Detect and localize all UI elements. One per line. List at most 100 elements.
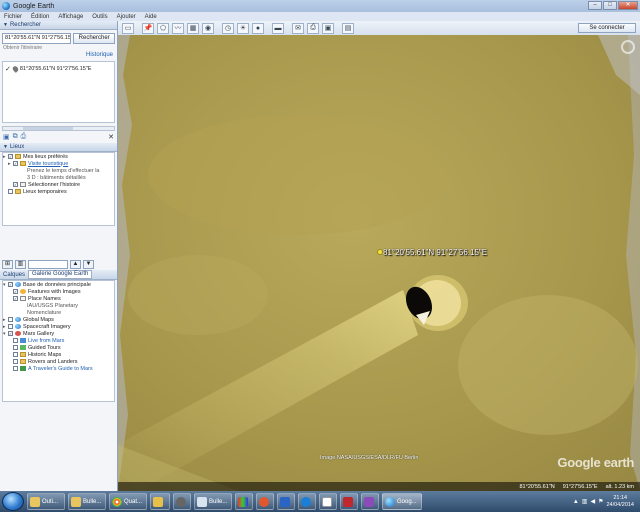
network-icon[interactable]: ▥ bbox=[582, 498, 588, 505]
email-icon[interactable]: ✉ bbox=[292, 22, 304, 34]
polygon-icon[interactable]: ⬠ bbox=[157, 22, 169, 34]
taskbar-item[interactable] bbox=[361, 493, 379, 510]
taskbar-item[interactable]: Bulle... bbox=[194, 493, 232, 510]
taskbar-item[interactable]: Outi... bbox=[27, 493, 65, 510]
places-header[interactable]: ▼ Lieux bbox=[0, 143, 117, 152]
tree-row[interactable]: ▸ ✓ Mes lieux préférés bbox=[3, 153, 114, 160]
menu-add[interactable]: Ajouter bbox=[117, 14, 136, 20]
checkbox[interactable]: ✓ bbox=[8, 331, 13, 336]
tree-row[interactable]: ✓ Place Names bbox=[3, 295, 114, 302]
tree-row[interactable]: ✓ Features with Images bbox=[3, 288, 114, 295]
taskbar-item[interactable] bbox=[150, 493, 170, 510]
archive-icon bbox=[153, 496, 163, 507]
folder-view-icon[interactable]: ▥ bbox=[15, 259, 26, 269]
tree-row[interactable]: ▾ ✓ Base de données principale bbox=[3, 281, 114, 288]
horizontal-scrollbar[interactable] bbox=[2, 126, 115, 131]
search-button[interactable]: Rechercher bbox=[73, 33, 115, 44]
scroll-thumb[interactable] bbox=[23, 127, 73, 130]
add-folder-icon[interactable]: ▣ bbox=[3, 133, 10, 141]
taskbar-item[interactable] bbox=[340, 493, 358, 510]
move-up-icon[interactable]: ▲ bbox=[70, 259, 81, 269]
search-result-item[interactable]: ✓ 81°20'55.61"N 91°27'56.15"E bbox=[3, 62, 114, 76]
checkbox[interactable]: ✓ bbox=[13, 182, 18, 187]
taskbar-item[interactable] bbox=[277, 493, 295, 510]
taskbar-item[interactable]: Bulle... bbox=[68, 493, 106, 510]
copy-icon[interactable]: ⧉ bbox=[13, 133, 18, 141]
tree-row[interactable]: ▸ Global Maps bbox=[3, 316, 114, 323]
taskbar-item-active[interactable]: Goog... bbox=[382, 493, 422, 510]
checkbox[interactable]: ✓ bbox=[8, 154, 13, 159]
menu-view[interactable]: Affichage bbox=[58, 14, 83, 20]
tree-row[interactable]: ✓ Sélectionner l'histoire bbox=[3, 181, 114, 188]
taskbar-item[interactable] bbox=[298, 493, 316, 510]
path-icon[interactable]: 〰 bbox=[172, 22, 184, 34]
tour-icon[interactable]: ◉ bbox=[202, 22, 214, 34]
checkbox[interactable] bbox=[13, 366, 18, 371]
tree-row[interactable]: Guided Tours bbox=[3, 344, 114, 351]
checkbox[interactable]: ✓ bbox=[8, 282, 13, 287]
tree-row[interactable]: ▸ ✓ Visite touristique bbox=[3, 160, 114, 167]
clear-search-icon[interactable]: ✕ bbox=[108, 133, 114, 141]
sun-icon[interactable]: ☀ bbox=[237, 22, 249, 34]
connect-button[interactable]: Se connecter bbox=[578, 23, 636, 33]
menu-tools[interactable]: Outils bbox=[92, 14, 107, 20]
print-icon[interactable]: ⎙ bbox=[307, 22, 319, 34]
tree-row[interactable]: ▸ Spacecraft Imagery bbox=[3, 323, 114, 330]
tree-row[interactable]: Historic Maps bbox=[3, 351, 114, 358]
save-image-icon[interactable]: ▣ bbox=[322, 22, 334, 34]
print-results-icon[interactable]: ⎙ bbox=[21, 133, 27, 141]
tree-row[interactable]: Live from Mars bbox=[3, 337, 114, 344]
ruler-icon[interactable]: ▬ bbox=[272, 22, 284, 34]
compass-icon[interactable] bbox=[621, 40, 635, 54]
placemark-label[interactable]: 81°20'55.61"N 91°27'56.15"E bbox=[383, 248, 487, 257]
checkbox[interactable]: ✓ bbox=[13, 161, 18, 166]
taskbar-item[interactable] bbox=[173, 493, 191, 510]
checkbox[interactable] bbox=[13, 338, 18, 343]
tree-row[interactable]: A Traveler's Guide to Mars bbox=[3, 365, 114, 372]
search-input[interactable]: 81°20'55.61"N 91°27'56.15"E bbox=[2, 33, 72, 44]
menu-help[interactable]: Aide bbox=[145, 14, 157, 20]
historical-imagery-icon[interactable]: ◷ bbox=[222, 22, 234, 34]
menu-file[interactable]: Fichier bbox=[4, 14, 22, 20]
places-tools: ⊞ ▥ ▲ ▼ bbox=[0, 258, 117, 270]
gallery-tab[interactable]: Galerie Google Earth bbox=[28, 270, 93, 279]
menu-edit[interactable]: Édition bbox=[31, 14, 49, 20]
checkbox[interactable]: ✓ bbox=[13, 296, 18, 301]
maps-icon[interactable]: ▤ bbox=[342, 22, 354, 34]
taskbar-item[interactable]: Quat... bbox=[109, 493, 147, 510]
placemark-icon[interactable]: 📌 bbox=[142, 22, 154, 34]
flag-icon[interactable]: ⚑ bbox=[598, 498, 603, 505]
tree-row[interactable]: Rovers and Landers bbox=[3, 358, 114, 365]
volume-icon[interactable]: ◀ bbox=[590, 498, 595, 505]
checkbox[interactable] bbox=[13, 359, 18, 364]
close-button[interactable]: ✕ bbox=[618, 1, 638, 10]
taskbar-item[interactable] bbox=[319, 493, 337, 510]
search-places-icon[interactable]: ⊞ bbox=[2, 259, 13, 269]
sidebar-toggle-icon[interactable]: ▭ bbox=[122, 22, 134, 34]
clock[interactable]: 21:14 24/04/2014 bbox=[606, 495, 634, 509]
start-button[interactable] bbox=[2, 492, 24, 511]
checkbox[interactable]: ✓ bbox=[13, 289, 18, 294]
search-header[interactable]: ▼ Rechercher bbox=[0, 21, 117, 30]
history-link[interactable]: Historique bbox=[0, 52, 117, 58]
checkbox[interactable] bbox=[8, 324, 13, 329]
directions-link[interactable]: Obtenir l'itinéraire bbox=[0, 45, 117, 51]
move-down-icon[interactable]: ▼ bbox=[83, 259, 94, 269]
taskbar-item[interactable] bbox=[235, 493, 253, 510]
toolbar: ▭ 📌 ⬠ 〰 ▦ ◉ ◷ ☀ ● ▬ ✉ ⎙ ▣ ▤ Se connecter bbox=[118, 21, 640, 35]
tray-arrow-icon[interactable]: ▲ bbox=[573, 499, 579, 505]
maximize-button[interactable]: □ bbox=[603, 1, 617, 10]
taskbar-item[interactable] bbox=[256, 493, 274, 510]
checkbox[interactable] bbox=[8, 317, 13, 322]
planet-icon[interactable]: ● bbox=[252, 22, 264, 34]
tree-row[interactable]: ▾ ✓ Mars Gallery bbox=[3, 330, 114, 337]
overlay-icon[interactable]: ▦ bbox=[187, 22, 199, 34]
places-filter-input[interactable] bbox=[28, 259, 68, 269]
checkbox[interactable] bbox=[13, 352, 18, 357]
layers-tab[interactable]: Calques bbox=[0, 272, 28, 278]
minimize-button[interactable]: – bbox=[588, 1, 602, 10]
map-view[interactable]: 81°20'55.61"N 91°27'56.15"E Image NASA/U… bbox=[118, 35, 640, 491]
checkbox[interactable] bbox=[8, 189, 13, 194]
checkbox[interactable] bbox=[13, 345, 18, 350]
tree-row[interactable]: Lieux temporaires bbox=[3, 188, 114, 195]
